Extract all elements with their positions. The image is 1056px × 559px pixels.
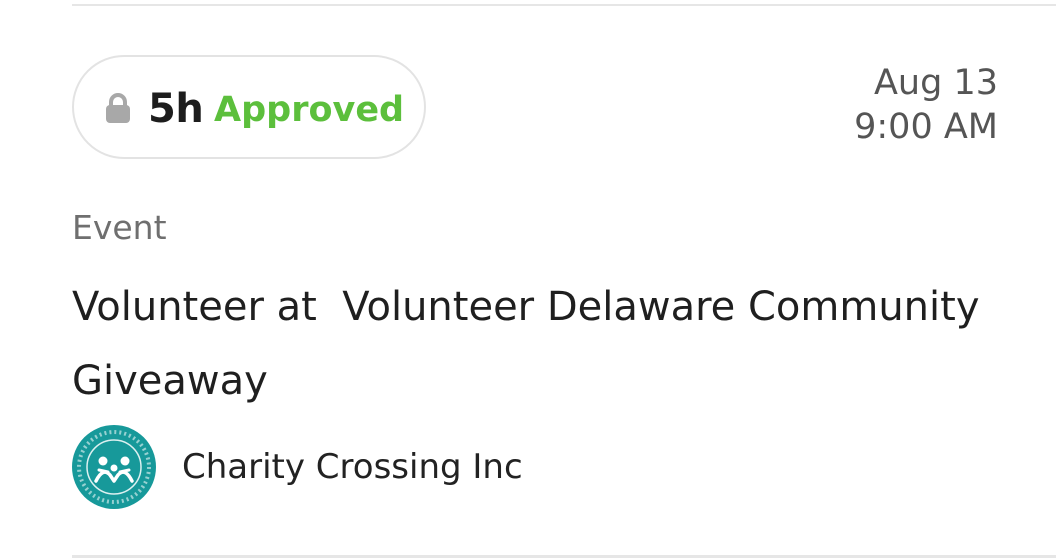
event-card[interactable]: 5h Approved Aug 13 9:00 AM Event Volunte… [72, 0, 1056, 559]
charity-crossing-logo [72, 425, 156, 509]
event-date: Aug 13 [873, 63, 998, 103]
organization-row[interactable]: Charity Crossing Inc [72, 425, 523, 509]
event-title[interactable]: Volunteer at Volunteer Delaware Communit… [72, 270, 1052, 418]
hours-status-pill: 5h Approved [72, 55, 426, 159]
bottom-divider [72, 555, 1056, 558]
lock-icon [106, 93, 130, 123]
event-category: Event [72, 208, 167, 247]
organization-name: Charity Crossing Inc [182, 447, 523, 487]
status-badge: Approved [214, 90, 405, 130]
event-datetime: Aug 13 9:00 AM [854, 62, 998, 148]
event-time: 9:00 AM [854, 107, 998, 147]
hours-value: 5h [148, 86, 204, 132]
